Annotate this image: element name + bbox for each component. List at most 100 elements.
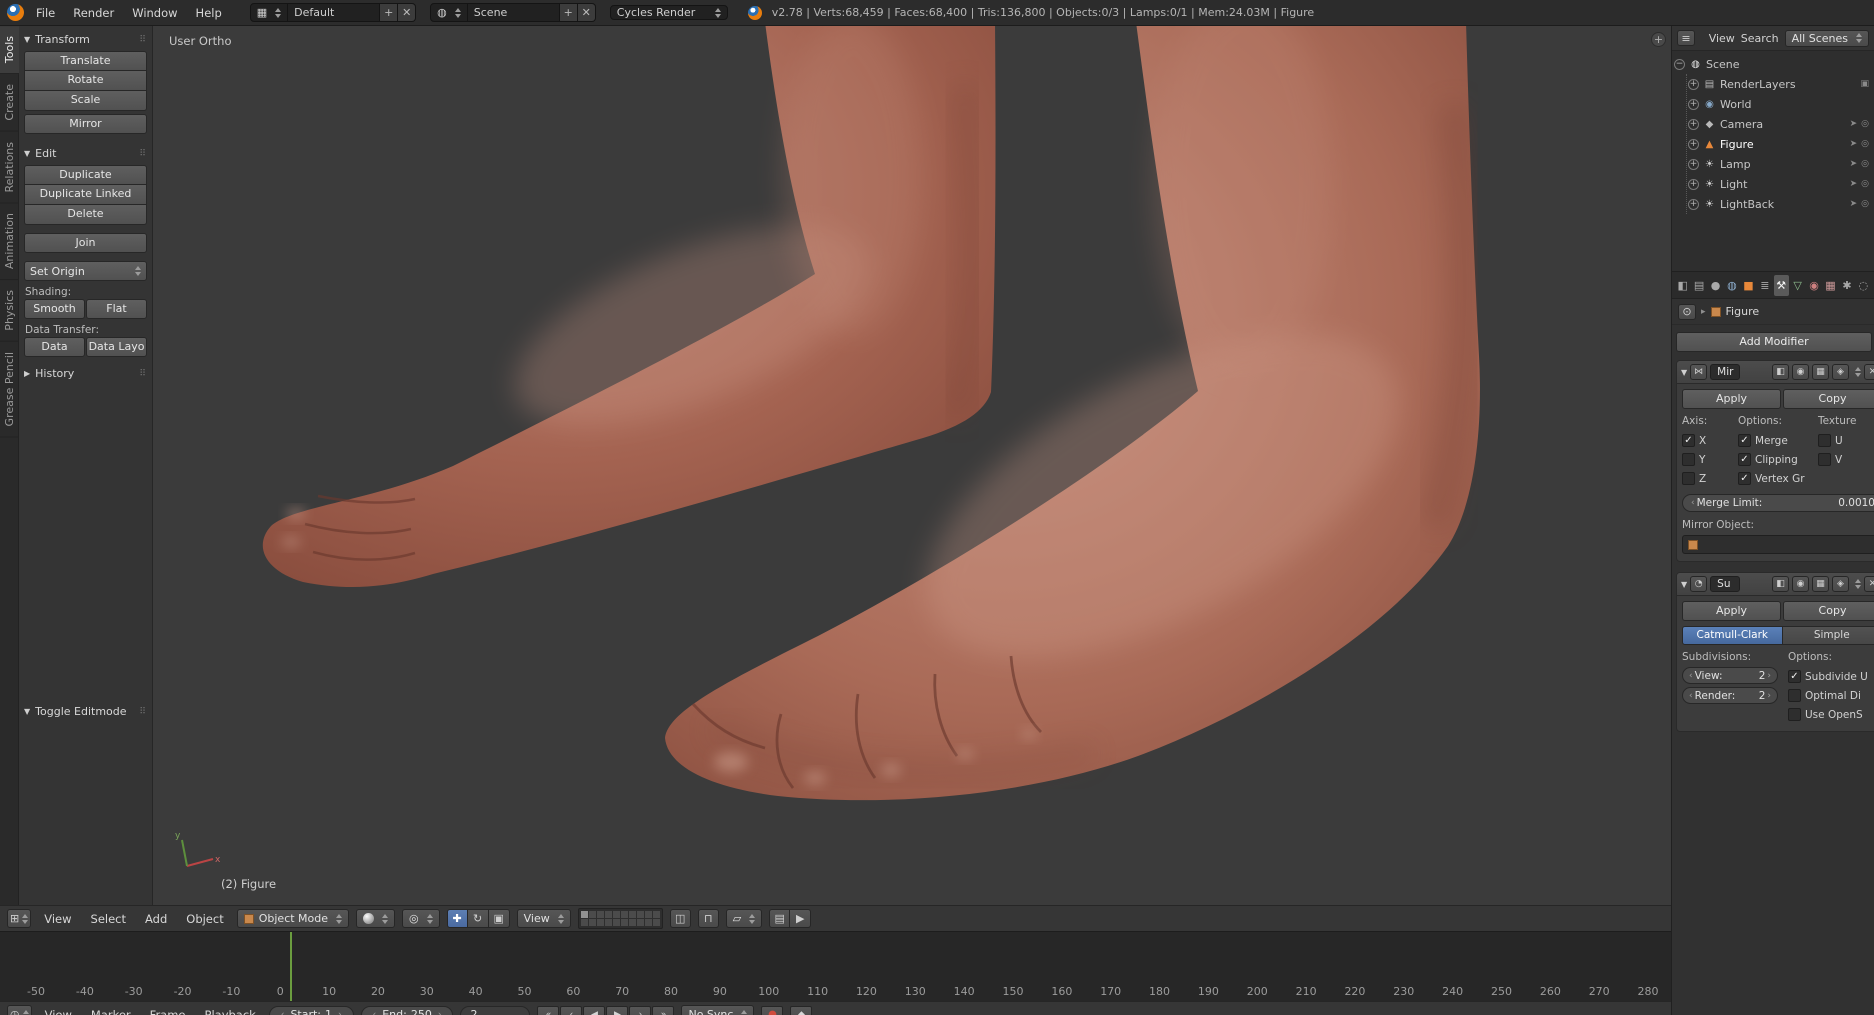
snap-element-select[interactable]: ▱	[725, 909, 763, 928]
data-transfer-button[interactable]: Data	[24, 337, 85, 357]
render-toggle-icon[interactable]: ◧	[1772, 364, 1789, 380]
tab-texture[interactable]: ▦	[1823, 275, 1838, 296]
axis-x-checkbox[interactable]: X	[1682, 431, 1734, 450]
mode-select[interactable]: Object Mode	[236, 909, 350, 928]
layer-cell[interactable]	[652, 919, 660, 926]
selectable-icon[interactable]: ➤	[1850, 119, 1858, 129]
record-button[interactable]: ●	[761, 1005, 784, 1015]
copy-modifier-button[interactable]: Copy	[1783, 389, 1874, 409]
panel-grip-icon[interactable]: ⠿	[139, 369, 147, 379]
expand-icon[interactable]: ▶	[24, 369, 30, 378]
expand-icon[interactable]: +	[1688, 158, 1699, 170]
editmode-toggle-icon[interactable]: ▦	[1812, 576, 1829, 592]
render-icon[interactable]: ▣	[1860, 79, 1869, 89]
select-menu[interactable]: Select	[85, 912, 132, 926]
opengl-render-anim-icon[interactable]: ▶	[790, 909, 812, 928]
delete-modifier-icon[interactable]: ✕	[1864, 576, 1874, 592]
tab-world[interactable]: ◍	[1724, 275, 1739, 296]
rotate-manipulator-icon[interactable]: ↻	[467, 909, 489, 928]
timeline-ruler[interactable]: -50 -40 -30 -20 -10 0 10 20 30 40 50 60 70 80 90 100 110…	[0, 931, 1671, 1001]
layer-cell[interactable]	[612, 911, 620, 918]
object-menu[interactable]: Object	[180, 912, 229, 926]
render-visibility-icon[interactable]: ◎	[1861, 179, 1869, 189]
view-menu[interactable]: View	[38, 912, 77, 926]
join-button[interactable]: Join	[24, 233, 147, 253]
menu-help[interactable]: Help	[190, 6, 228, 20]
cage-toggle-icon[interactable]: ◈	[1832, 576, 1849, 592]
layer-cell[interactable]	[588, 919, 596, 926]
modifier-name-field[interactable]: Su	[1710, 576, 1741, 592]
jump-end-button[interactable]: »	[652, 1005, 675, 1015]
delete-layout-button[interactable]: ✕	[398, 3, 417, 22]
delete-scene-button[interactable]: ✕	[577, 3, 596, 22]
modifier-name-field[interactable]: Mir	[1710, 364, 1741, 380]
frame-start-field[interactable]: ‹ Start: 1 ›	[268, 1005, 354, 1015]
outliner-row-lightback[interactable]: + ☀ LightBack ➤ ◎	[1688, 194, 1872, 214]
add-modifier-button[interactable]: Add Modifier	[1676, 332, 1872, 352]
open-region-icon[interactable]: +	[1651, 32, 1666, 47]
collapse-icon[interactable]: ▼	[24, 149, 30, 158]
delete-modifier-icon[interactable]: ✕	[1864, 364, 1874, 380]
simple-button[interactable]: Simple	[1782, 626, 1874, 645]
outliner-view-menu[interactable]: View	[1709, 32, 1735, 45]
feet-model[interactable]: x y	[153, 26, 1671, 905]
layer-cell[interactable]	[628, 911, 636, 918]
outliner-search-menu[interactable]: Search	[1741, 32, 1779, 45]
outliner-editor-type-select[interactable]: ≡	[1677, 30, 1695, 46]
outliner-row-renderlayers[interactable]: + ▤ RenderLayers ▣	[1688, 74, 1872, 94]
viewport-canvas[interactable]: x y User Ortho (2) Figure +	[153, 26, 1671, 905]
layer-cell[interactable]	[644, 911, 652, 918]
merge-checkbox[interactable]: Merge	[1738, 431, 1814, 450]
timeline-editor-type-select[interactable]: ◷	[7, 1005, 32, 1015]
keying-set-icon[interactable]: ◆	[790, 1005, 813, 1015]
layer-cell[interactable]	[628, 919, 636, 926]
panel-grip-icon[interactable]: ⠿	[139, 149, 147, 159]
editmode-toggle-icon[interactable]: ▦	[1812, 364, 1829, 380]
merge-limit-field[interactable]: ‹ Merge Limit: 0.0010	[1682, 494, 1874, 512]
shelf-tab-tools[interactable]: Tools	[0, 26, 19, 75]
subdivide-uvs-checkbox[interactable]: Subdivide U	[1788, 667, 1874, 686]
opengl-render-image-icon[interactable]: ▤	[769, 909, 791, 928]
shelf-tab-create[interactable]: Create	[0, 74, 19, 132]
prev-keyframe-button[interactable]: ‹	[560, 1005, 583, 1015]
expand-icon[interactable]: +	[1688, 198, 1699, 210]
layer-cell[interactable]	[636, 911, 644, 918]
expand-icon[interactable]: +	[1688, 178, 1699, 190]
outliner-row-figure[interactable]: + ▲ Figure ➤ ◎	[1688, 134, 1872, 154]
selectable-icon[interactable]: ➤	[1850, 159, 1858, 169]
layer-cell[interactable]	[644, 919, 652, 926]
data-layout-transfer-button[interactable]: Data Layo	[86, 337, 147, 357]
scene-field[interactable]: Scene	[467, 3, 560, 22]
add-scene-button[interactable]: +	[559, 3, 578, 22]
modifier-icon[interactable]: ◎	[1861, 139, 1869, 149]
next-keyframe-button[interactable]: ›	[629, 1005, 652, 1015]
opensubdiv-checkbox[interactable]: Use OpenS	[1788, 705, 1874, 724]
copy-modifier-button[interactable]: Copy	[1783, 601, 1874, 621]
jump-start-button[interactable]: «	[537, 1005, 560, 1015]
move-modifier-arrows[interactable]	[1855, 579, 1861, 589]
shelf-tab-relations[interactable]: Relations	[0, 131, 19, 204]
duplicate-linked-button[interactable]: Duplicate Linked	[24, 185, 147, 205]
expand-icon[interactable]: +	[1688, 138, 1699, 150]
tab-object[interactable]: ■	[1741, 275, 1756, 296]
screen-layout-icon[interactable]: ▦	[249, 3, 289, 22]
layer-cell[interactable]	[580, 919, 588, 926]
play-reverse-button[interactable]: ◀	[583, 1005, 606, 1015]
outliner-row-camera[interactable]: + ◆ Camera ➤ ◎	[1688, 114, 1872, 134]
tab-render-layers[interactable]: ▤	[1691, 275, 1706, 296]
play-button[interactable]: ▶	[606, 1005, 629, 1015]
layer-cell[interactable]	[604, 911, 612, 918]
snap-magnet-icon[interactable]: ⊓	[697, 909, 719, 928]
history-panel-title[interactable]: History	[35, 367, 74, 380]
render-subdivisions-field[interactable]: ‹ Render: 2 ›	[1682, 687, 1778, 704]
viewport-visibility-icon[interactable]: ◉	[1792, 576, 1809, 592]
tab-modifiers[interactable]: ⚒	[1773, 274, 1789, 296]
apply-modifier-button[interactable]: Apply	[1682, 601, 1781, 621]
expand-icon[interactable]: +	[1688, 118, 1699, 130]
translate-button[interactable]: Translate	[24, 51, 147, 71]
layer-cell[interactable]	[620, 911, 628, 918]
viewport-visibility-icon[interactable]: ◉	[1792, 364, 1809, 380]
layer-cell[interactable]	[580, 911, 588, 918]
add-menu[interactable]: Add	[139, 912, 173, 926]
pivot-point-select[interactable]: ◎	[402, 909, 440, 928]
